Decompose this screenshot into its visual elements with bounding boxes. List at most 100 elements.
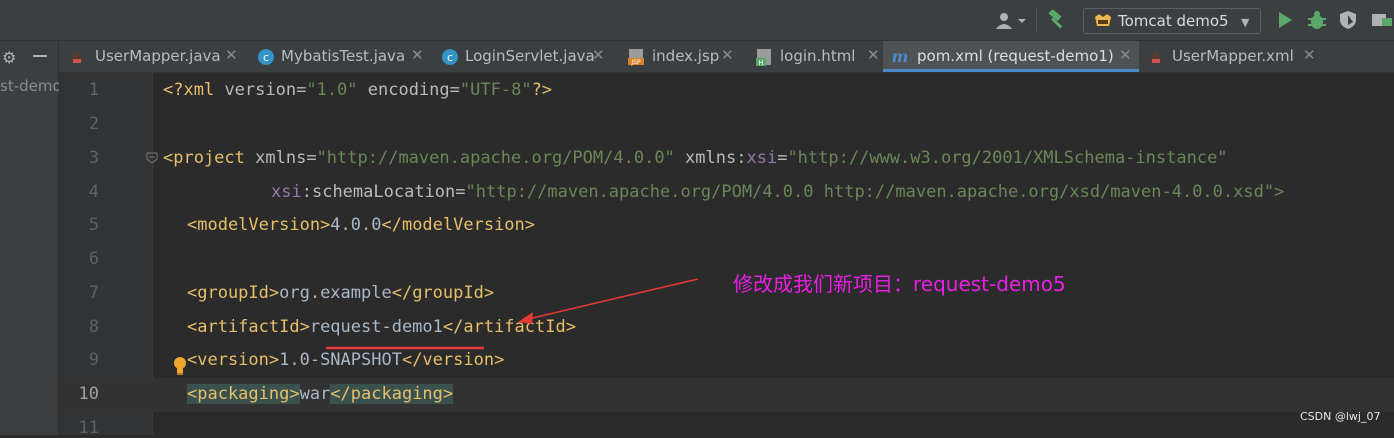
run-configuration-selector[interactable]: Tomcat demo5 ▼	[1083, 8, 1261, 34]
close-icon[interactable]: ✕	[592, 46, 605, 64]
tab-pom-xml[interactable]: m pom.xml (request-demo1) ✕	[883, 41, 1139, 72]
token: xmlns	[674, 148, 737, 168]
token: xsi	[271, 182, 302, 202]
token: 4.0.0	[330, 215, 382, 235]
line-number: 9	[88, 350, 99, 370]
token: "UTF-8"	[459, 80, 532, 100]
line-number: 6	[88, 249, 99, 269]
token: <version>	[187, 350, 280, 370]
tab-loginservlet-java[interactable]: c LoginServlet.java ✕	[427, 41, 609, 72]
token: xsi	[746, 148, 778, 168]
tab-label: index.jsp	[652, 47, 720, 65]
debug-icon[interactable]	[1306, 9, 1328, 31]
artifact-id-value: request-demo1	[309, 317, 443, 337]
token: <groupId>	[187, 283, 280, 303]
tab-login-html[interactable]: H login.html ✕	[737, 41, 883, 72]
tab-label: UserMapper.xml	[1172, 47, 1294, 65]
token: <packaging>	[187, 384, 300, 404]
jsp-file-icon: JSP	[628, 49, 644, 66]
tab-mybatistest-java[interactable]: c MybatisTest.java ✕	[243, 41, 427, 72]
line-number: 4	[88, 182, 99, 202]
tomcat-icon	[1095, 14, 1111, 26]
collapse-icon[interactable]	[33, 55, 47, 57]
token: ?>	[531, 80, 553, 100]
tab-label: login.html	[780, 47, 856, 65]
close-icon[interactable]: ✕	[225, 46, 238, 64]
java-interface-icon	[70, 51, 84, 63]
html-file-icon: H	[756, 49, 771, 66]
token: "http://www.w3.org/2001/XMLSchema-instan…	[787, 148, 1228, 168]
tab-index-jsp[interactable]: JSP index.jsp ✕	[609, 41, 737, 72]
token: </modelVersion>	[381, 215, 536, 235]
close-icon[interactable]: ✕	[867, 46, 880, 64]
token: =	[777, 148, 788, 168]
toolbar-separator	[1036, 8, 1037, 32]
run-configuration-label: Tomcat demo5	[1118, 12, 1229, 30]
token: <modelVersion>	[187, 215, 331, 235]
line-number-current: 10	[78, 384, 99, 404]
token: =	[455, 182, 466, 202]
coverage-icon[interactable]	[1338, 10, 1358, 30]
svg-text:H: H	[758, 59, 763, 66]
token: :	[301, 182, 312, 202]
close-icon[interactable]: ✕	[1303, 46, 1316, 64]
line-number: 5	[88, 215, 99, 235]
chevron-down-icon: ▼	[1241, 16, 1250, 29]
java-class-icon: c	[258, 49, 274, 65]
lightbulb-icon[interactable]	[172, 356, 188, 376]
token: <artifactId>	[187, 317, 310, 337]
code-line-8: <artifactId>request-demo1</artifactId>	[187, 317, 576, 337]
token: </packaging>	[330, 384, 454, 404]
tab-label: pom.xml (request-demo1)	[917, 47, 1114, 65]
tab-usermapper-xml[interactable]: UserMapper.xml ✕	[1139, 41, 1319, 72]
token: <project	[163, 148, 245, 168]
token: </version>	[401, 350, 505, 370]
tab-usermapper-java[interactable]: UserMapper.java ✕	[59, 41, 243, 72]
tab-label: UserMapper.java	[95, 47, 221, 65]
user-icon[interactable]	[994, 11, 1028, 31]
xml-file-icon	[1149, 51, 1163, 63]
line-number: 1	[88, 80, 99, 100]
token: xmlns	[244, 148, 307, 168]
line-number: 11	[78, 418, 99, 438]
run-icon[interactable]	[1276, 11, 1294, 29]
svg-text:JSP: JSP	[630, 59, 641, 66]
hammer-icon[interactable]	[1046, 10, 1068, 30]
gear-icon[interactable]: ⚙	[2, 48, 16, 67]
watermark: CSDN @lwj_07	[1300, 410, 1381, 423]
line-number: 8	[88, 317, 99, 337]
token: "1.0"	[306, 80, 358, 100]
code-line-9: <version>1.0-SNAPSHOT</version>	[187, 350, 504, 370]
code-line-1: <?xml version="1.0" encoding="UTF-8"?>	[163, 80, 552, 100]
project-tree-label[interactable]: st-demo	[0, 77, 62, 95]
close-icon[interactable]: ✕	[721, 46, 734, 64]
token: 1.0-SNAPSHOT	[279, 350, 402, 370]
token: version	[214, 80, 297, 100]
code-line-4: xsi:schemaLocation="http://maven.apache.…	[271, 182, 1284, 202]
maven-icon: m	[892, 48, 909, 66]
close-icon[interactable]: ✕	[1119, 46, 1132, 64]
svg-text:m: m	[892, 48, 909, 66]
java-class-icon: c	[442, 49, 458, 65]
tab-label: MybatisTest.java	[281, 47, 406, 65]
more-actions-icon[interactable]	[1370, 10, 1394, 30]
svg-text:c: c	[263, 51, 269, 64]
close-icon[interactable]: ✕	[411, 46, 424, 64]
token: schemaLocation	[311, 182, 456, 202]
editor-tabs: UserMapper.java ✕ c MybatisTest.java ✕ c…	[59, 41, 1394, 73]
token: "http://maven.apache.org/POM/4.0.0"	[316, 148, 675, 168]
token: org.example	[279, 283, 392, 303]
code-line-3: <project xmlns="http://maven.apache.org/…	[163, 148, 1228, 168]
fold-icon[interactable]	[146, 152, 158, 164]
token: :	[736, 148, 747, 168]
svg-text:c: c	[447, 51, 453, 64]
project-panel-strip: ⚙ st-demo	[0, 41, 62, 435]
token: </artifactId>	[442, 317, 576, 337]
code-line-5: <modelVersion>4.0.0</modelVersion>	[187, 215, 535, 235]
line-number: 2	[88, 114, 99, 134]
active-tab-indicator	[883, 69, 1139, 72]
token: =	[306, 148, 317, 168]
token: xml	[183, 80, 215, 100]
tab-label: LoginServlet.java	[465, 47, 595, 65]
annotation-note: 修改成我们新项目：request-demo5	[733, 272, 1066, 296]
